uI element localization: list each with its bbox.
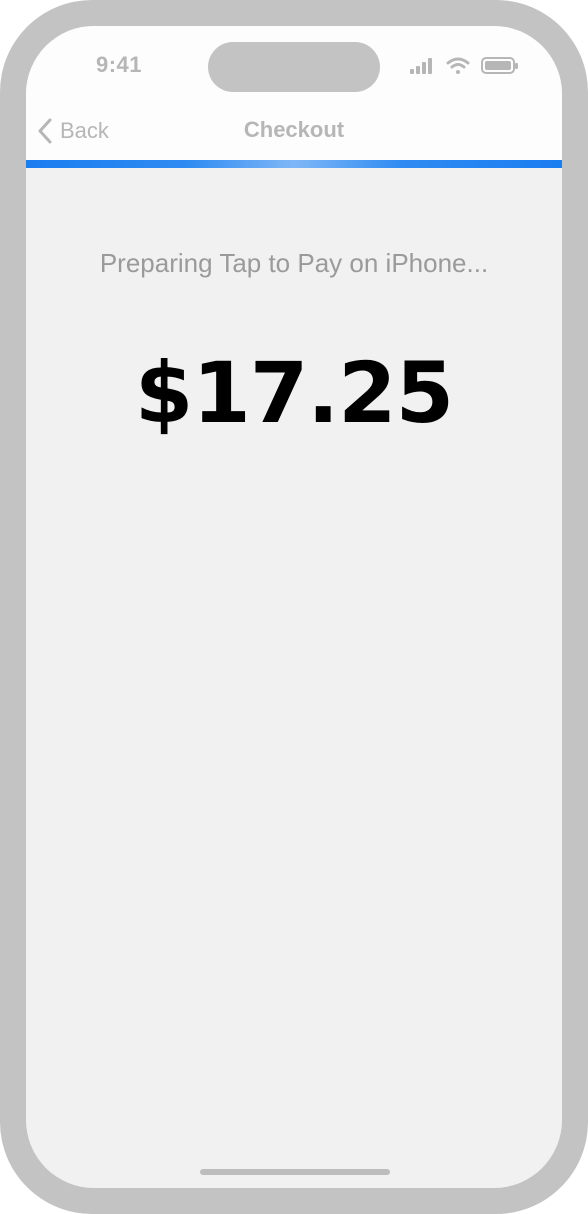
battery-icon: [481, 57, 518, 74]
wifi-icon: [446, 57, 470, 74]
phone-frame: 9:41 Back Checkout Preparing Tap to Pay …: [0, 0, 588, 1214]
status-bar-time: 9:41: [96, 52, 143, 77]
screen: 9:41 Back Checkout Preparing Tap to Pay …: [26, 26, 562, 1188]
status-icons-svg: [410, 57, 518, 74]
top-bar: 9:41 Back Checkout: [26, 26, 562, 160]
page-title: Checkout: [243, 117, 345, 142]
home-indicator[interactable]: [200, 1169, 390, 1175]
cellular-signal-icon: [410, 58, 432, 74]
checkout-amount: $17.25: [134, 344, 454, 442]
status-bar-icons: [410, 56, 520, 78]
dynamic-island: [208, 42, 380, 92]
payment-status-message: Preparing Tap to Pay on iPhone...: [99, 248, 489, 278]
loading-progress-bar: [26, 160, 562, 168]
